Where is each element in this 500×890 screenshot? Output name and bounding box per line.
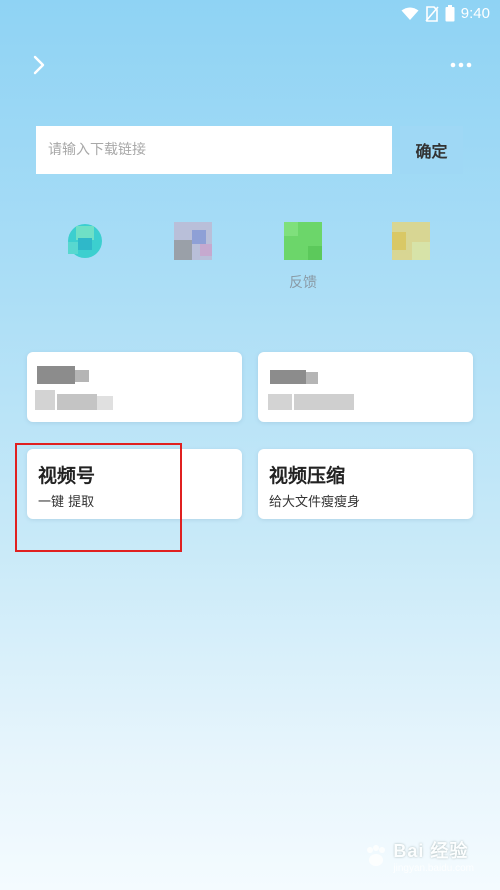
- watermark-text: Bai 经验: [393, 841, 469, 861]
- download-link-input[interactable]: [36, 126, 392, 174]
- watermark: Bai 经验 jingyan.baidu.com: [363, 837, 474, 874]
- status-icons: 9:40: [401, 5, 490, 22]
- header: [0, 48, 500, 82]
- pixelated-content: [268, 370, 354, 410]
- battery-icon: [445, 5, 455, 22]
- card-subtitle: 给大文件瘦瘦身: [269, 495, 361, 510]
- app-icon: [392, 222, 430, 260]
- paw-logo-icon: [367, 844, 386, 866]
- feature-card-blurred-1[interactable]: [27, 352, 242, 422]
- card-title: 视频压缩: [269, 465, 346, 487]
- pixelated-content: [35, 366, 113, 410]
- quick-action-label: 反馈: [289, 275, 317, 291]
- more-button[interactable]: [446, 52, 476, 78]
- watermark-url: jingyan.baidu.com: [393, 863, 474, 874]
- no-sim-icon: [425, 5, 439, 22]
- highlight-annotation: [15, 443, 182, 552]
- quick-actions: 反馈: [40, 218, 480, 298]
- chevron-right-icon: [33, 55, 45, 75]
- status-bar: 9:40: [0, 0, 500, 28]
- confirm-button[interactable]: 确定: [400, 126, 463, 174]
- app-icon: [174, 222, 212, 260]
- app-icon: [68, 224, 102, 258]
- download-link-bar: 确定: [36, 126, 463, 174]
- wifi-icon: [401, 7, 419, 20]
- back-button[interactable]: [26, 52, 52, 78]
- feedback-icon: [284, 222, 322, 260]
- quick-action-2[interactable]: [148, 218, 238, 290]
- status-time: 9:40: [460, 5, 490, 22]
- quick-action-feedback[interactable]: 反馈: [258, 218, 348, 291]
- feature-card-blurred-2[interactable]: [258, 352, 473, 422]
- quick-action-4[interactable]: [366, 218, 456, 290]
- quick-action-1[interactable]: [40, 218, 130, 290]
- video-compress-card[interactable]: 视频压缩 给大文件瘦瘦身: [258, 449, 473, 519]
- more-dots-icon: [450, 62, 472, 68]
